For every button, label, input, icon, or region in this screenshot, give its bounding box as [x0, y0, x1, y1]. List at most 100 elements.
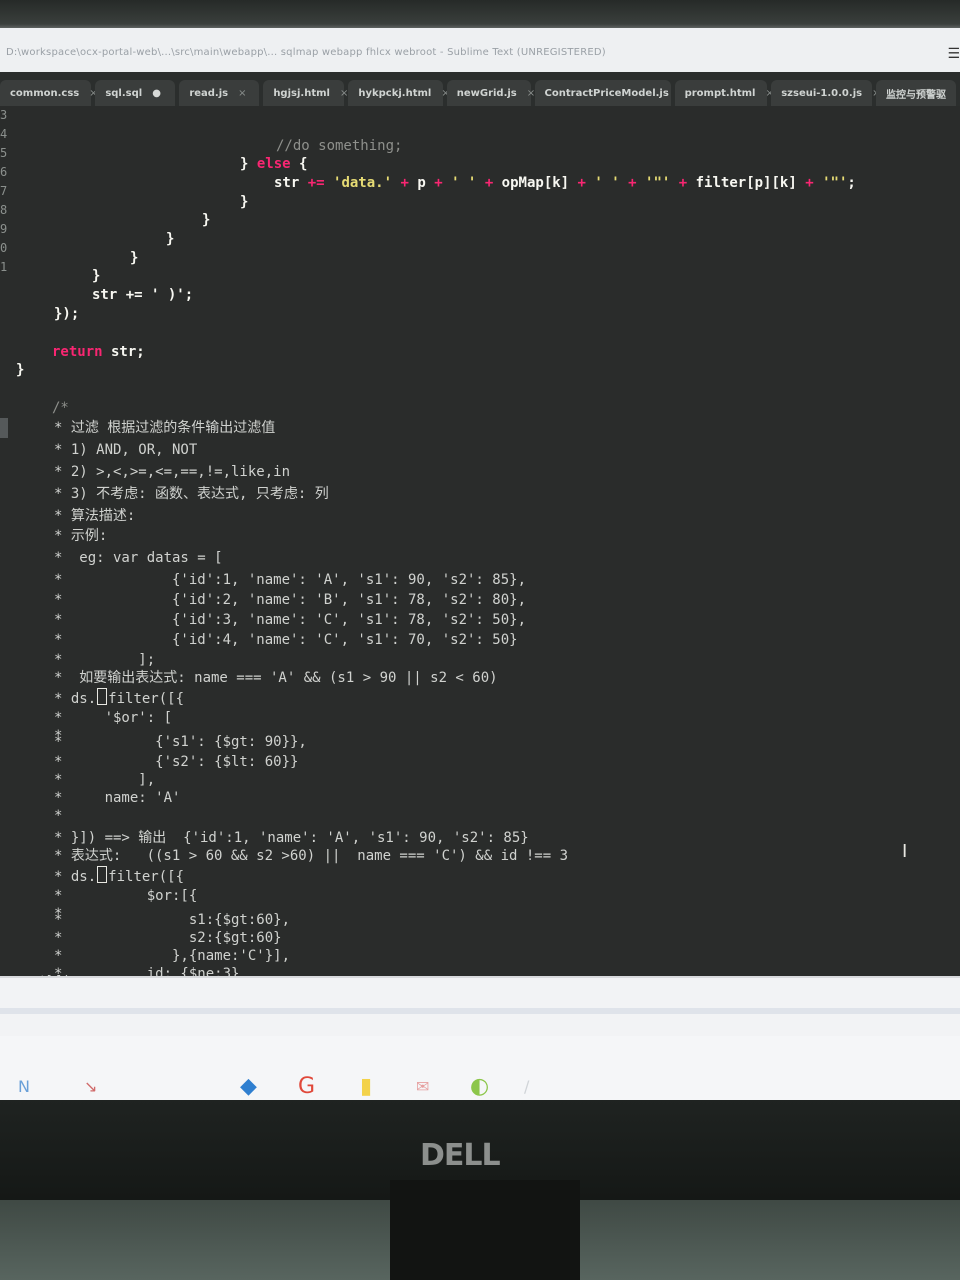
tab-label: hykpckj.html — [358, 87, 432, 99]
app-icon[interactable]: ◆ — [240, 1076, 257, 1098]
comment-line: * 表达式: ((s1 > 60 && s2 >60) || name === … — [54, 848, 569, 864]
comment-line: * ds. filter([{ — [54, 866, 184, 886]
tab-common-css[interactable]: common.css × — [0, 80, 98, 106]
comment-line: * name: 'A' — [54, 790, 181, 806]
code-line: str += ' )'; — [92, 287, 194, 303]
code-token: filter([{ — [108, 869, 185, 885]
app-icon[interactable]: G — [298, 1076, 315, 1098]
comment-line: * ], — [54, 772, 156, 788]
text-cursor-icon — [97, 866, 108, 883]
code-line: } — [202, 212, 211, 228]
comment-line: * 1) AND, OR, NOT — [54, 442, 198, 458]
comment-line: * s1:{$gt:60}, — [54, 912, 291, 928]
code-line: return str; — [52, 342, 145, 362]
line-number: 7 — [0, 184, 8, 198]
modified-dot-icon[interactable]: ● — [152, 88, 161, 99]
close-icon[interactable]: × — [238, 88, 246, 99]
code-token: * ds. — [54, 691, 97, 707]
comment-line: * {'id':4, 'name': 'C', 's1': 70, 's2': … — [54, 632, 518, 648]
text-cursor-icon — [97, 688, 108, 705]
code-line: } — [16, 362, 25, 378]
comment-line: * 如要输出表达式: name === 'A' && (s1 > 90 || s… — [54, 670, 498, 686]
comment-line: * '$or': [ — [54, 710, 173, 726]
tab-label: read.js — [189, 87, 229, 99]
comment-line: * ds. filter([{ — [54, 688, 184, 708]
tab-label: common.css — [10, 87, 80, 99]
code-token: { — [290, 156, 308, 172]
comment-line: * {'s2': {$lt: 60}} — [54, 754, 299, 770]
comment-line: * },{name:'C'}], — [54, 948, 291, 964]
folder-icon[interactable]: ▮ — [360, 1076, 372, 1098]
monitor-stand — [390, 1180, 580, 1280]
line-number: 5 — [0, 146, 8, 160]
tab-bar: common.css × sql.sql ● read.js × hgjsj.html… — [0, 72, 960, 106]
tab-label: ContractPriceModel.js — [544, 87, 669, 99]
comment-line: * ]; — [54, 652, 156, 668]
tab-label: prompt.html — [684, 87, 756, 99]
comment-line: * 2) >,<,>=,<=,==,!=,like,in — [54, 464, 291, 480]
line-number: 6 — [0, 165, 8, 179]
close-icon[interactable]: × — [340, 88, 348, 99]
code-editor[interactable]: 3 4 5 6 7 8 9 0 1 //do something; } else… — [0, 106, 960, 976]
code-token: str; — [102, 344, 145, 360]
tab-hykpckj-html[interactable]: hykpckj.html × — [348, 80, 450, 106]
app-icon[interactable]: ↘ — [84, 1076, 97, 1098]
comment-line: * id: {$ne:3} — [54, 966, 240, 976]
comment-line: * 算法描述: — [54, 508, 136, 524]
tab-label: newGrid.js — [456, 87, 517, 99]
code-line: } else { — [240, 154, 307, 174]
code-token: * ds. — [54, 869, 97, 885]
dell-logo: DELL — [420, 1138, 501, 1173]
code-token: filter([{ — [108, 691, 185, 707]
tab-label: sql.sql — [105, 87, 143, 99]
comment-line: * {'id':3, 'name': 'C', 's1': 78, 's2': … — [54, 612, 527, 628]
monitor-screen: D:\workspace\ocx-portal-web\...\src\main… — [0, 28, 960, 1108]
comment-line: /* — [52, 400, 69, 416]
code-line: //do something; — [276, 138, 403, 154]
tab-monitor[interactable]: 监控与预警驱 — [875, 80, 956, 106]
line-number: 0 — [0, 241, 8, 255]
tab-szseui-js[interactable]: szseui-1.0.0.js× — [771, 80, 880, 106]
comment-line: * s2:{$gt:60} — [54, 930, 282, 946]
code-keyword: else — [256, 156, 291, 172]
tab-label: hgjsj.html — [273, 87, 330, 99]
line-number: 4 — [0, 127, 8, 141]
comment-line: * eg: var datas = [ — [54, 550, 223, 566]
comment-line: * 示例: — [54, 528, 108, 544]
comment-line: * {'id':1, 'name': 'A', 's1': 90, 's2': … — [54, 572, 527, 588]
status-bar — [0, 1008, 960, 1014]
code-line: str += 'data.' + p + ' ' + opMap[k] + ' … — [274, 175, 856, 191]
tab-prompt-html[interactable]: prompt.html × — [674, 80, 774, 106]
window-title: D:\workspace\ocx-portal-web\...\src\main… — [6, 46, 606, 58]
line-number: 9 — [0, 222, 8, 236]
app-icon[interactable]: N — [18, 1076, 30, 1098]
close-icon[interactable]: × — [527, 88, 535, 99]
code-line: } — [240, 194, 249, 210]
status-area — [0, 976, 960, 1038]
fold-marker[interactable] — [0, 418, 8, 438]
comment-line: * 过滤 根据过滤的条件输出过滤值 — [54, 420, 276, 436]
code-line: } — [166, 231, 175, 247]
code-line: } — [92, 268, 101, 284]
code-token: } — [240, 156, 257, 172]
line-number-gutter: 3 4 5 6 7 8 9 0 1 — [0, 106, 14, 976]
hamburger-icon[interactable]: ☰ — [947, 46, 960, 62]
comment-line: * {'id':2, 'name': 'B', 's1': 78, 's2': … — [54, 592, 527, 608]
tab-contractpricemodel-js[interactable]: ContractPriceModel.js× — [534, 80, 687, 106]
line-number: 8 — [0, 203, 8, 217]
tab-sql-sql[interactable]: sql.sql ● — [95, 80, 176, 106]
line-number: 3 — [0, 108, 8, 122]
text-cursor-icon: Ⅰ — [902, 841, 908, 862]
comment-line: * 3) 不考虑: 函数、表达式, 只考虑: 列 — [54, 486, 329, 502]
code-content: //do something; } else { str += 'data.' … — [14, 106, 954, 976]
tab-newgrid-js[interactable]: newGrid.js × — [446, 80, 535, 106]
taskbar: N ↘ ◆ G ▮ ✉ ◐ / — [0, 1036, 960, 1108]
comment-line: * $or:[{ — [54, 888, 198, 904]
tab-read-js[interactable]: read.js × — [179, 80, 260, 106]
tab-label: 监控与预警驱 — [885, 89, 946, 101]
app-icon[interactable]: ✉ — [416, 1076, 429, 1098]
code-line: } — [130, 250, 139, 266]
browser-icon[interactable]: ◐ — [470, 1076, 489, 1098]
tab-hgjsj-html[interactable]: hgjsj.html × — [263, 80, 348, 106]
app-icon[interactable]: / — [524, 1076, 529, 1098]
